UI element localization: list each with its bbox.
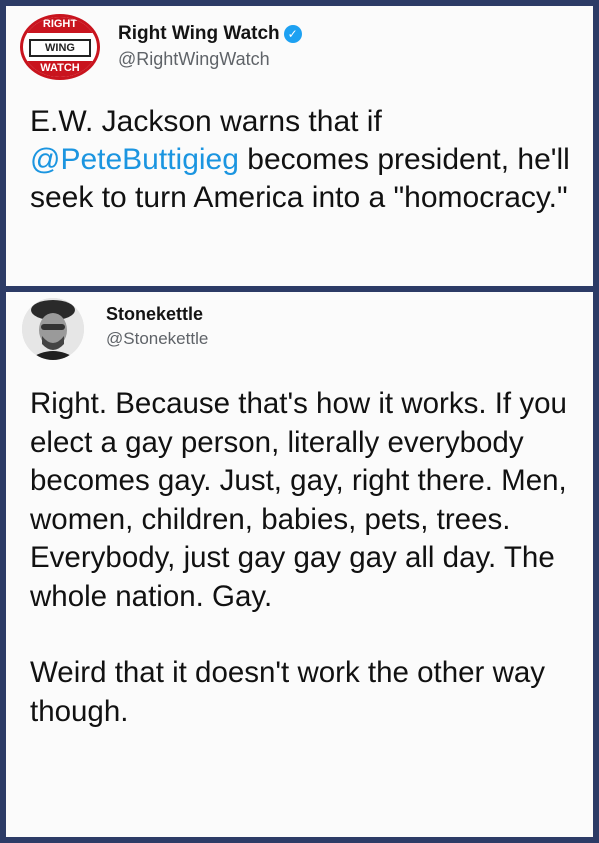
account-handle[interactable]: @Stonekettle: [106, 326, 208, 352]
tweet-text: Right. Because that's how it works. If y…: [30, 385, 590, 731]
account-name[interactable]: Right Wing Watch: [118, 23, 280, 44]
tweet-paragraph-1: Right. Because that's how it works. If y…: [30, 387, 567, 613]
profile-photo-icon: [22, 298, 84, 360]
logo-top-text: RIGHT: [23, 17, 97, 33]
tweet-header: RIGHT WING WATCH Right Wing Watch ✓ @Righ…: [20, 14, 302, 80]
verified-badge-icon: ✓: [283, 24, 302, 43]
tweet-card-stonekettle: Stonekettle @Stonekettle Right. Because …: [6, 292, 593, 837]
account-name[interactable]: Stonekettle: [106, 302, 208, 326]
tweet-header: Stonekettle @Stonekettle: [22, 298, 208, 360]
tweet-paragraph-2: Weird that it doesn't work the other way…: [30, 656, 546, 728]
profile-photo[interactable]: [22, 298, 84, 360]
mention-link[interactable]: @PeteButtigieg: [30, 143, 239, 176]
logo-mid-text: WING: [29, 39, 91, 57]
account-handle[interactable]: @RightWingWatch: [118, 46, 302, 72]
tweet-text-start: E.W. Jackson warns that if: [30, 105, 382, 138]
logo-bottom-text: WATCH: [23, 61, 97, 77]
tweet-text: E.W. Jackson warns that if @PeteButtigie…: [30, 103, 590, 217]
tweet-card-right-wing-watch: RIGHT WING WATCH Right Wing Watch ✓ @Righ…: [6, 6, 593, 286]
right-wing-watch-logo[interactable]: RIGHT WING WATCH: [20, 14, 100, 80]
